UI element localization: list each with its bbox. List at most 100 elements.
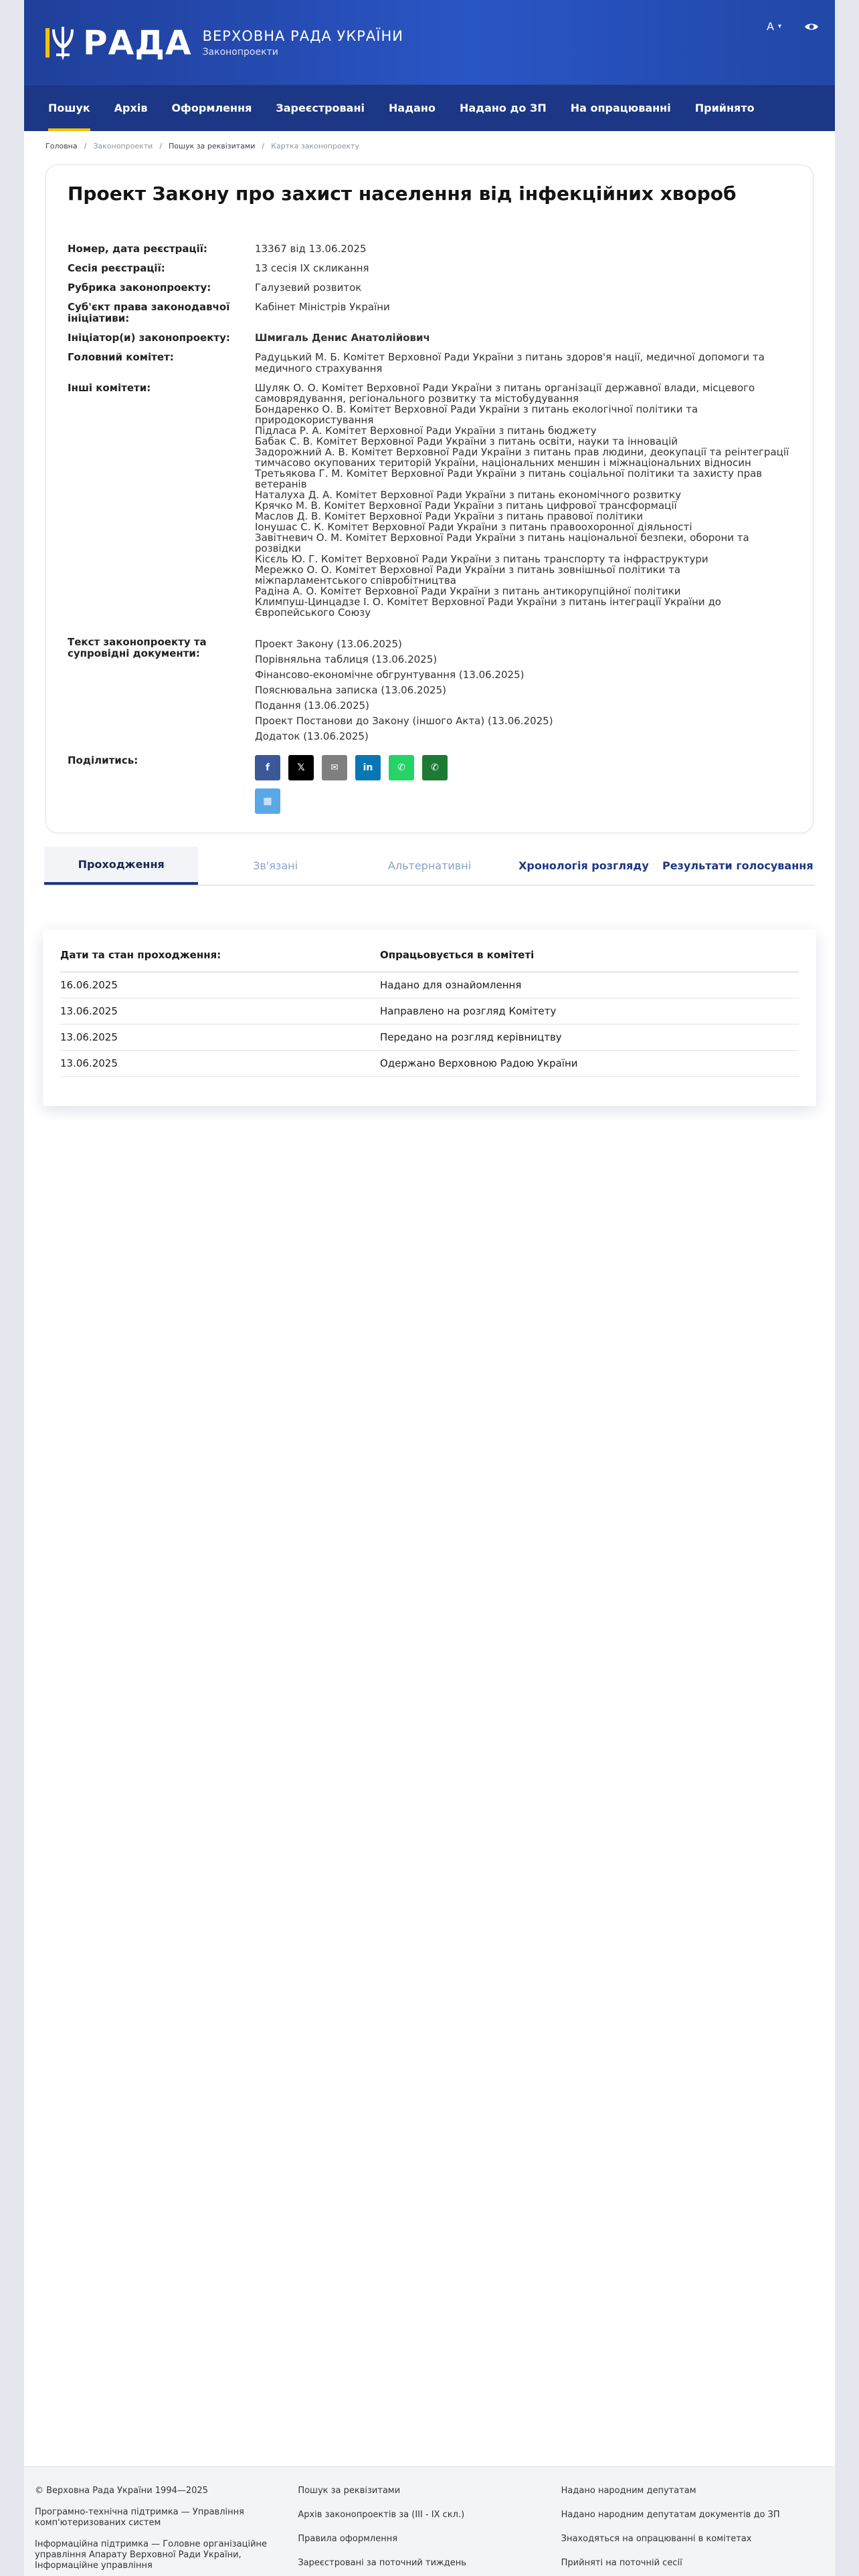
history-date: 13.06.2025 [60, 1031, 118, 1043]
field-value: 13 сесія IX скликання [255, 262, 369, 274]
document-link[interactable]: Фінансово-економічне обгрунтування (13.0… [255, 667, 793, 683]
nav-item[interactable]: На опрацюванні [559, 85, 683, 131]
committee-item: Задорожний А. В. Комітет Верховної Ради … [255, 446, 789, 469]
header-tools: A ▾ [767, 20, 819, 33]
document-link[interactable]: Додаток (13.06.2025) [255, 729, 793, 744]
font-size-switch[interactable]: A ▾ [767, 20, 781, 33]
facebook-share-button[interactable]: f [255, 755, 280, 780]
documents-list: Проект Закону (13.06.2025) Порівняльна та… [255, 637, 793, 744]
site-footer: © Верховна Рада України 1994—2025 Програм… [24, 2466, 835, 2576]
footer-col-links-2: Надано народним депутатам Надано народним… [561, 2486, 824, 2576]
site-subtitle: Законопроекти [202, 47, 278, 58]
history-date: 16.06.2025 [60, 979, 118, 991]
page: РАДА ВЕРХОВНА РАДА УКРАЇНИ Законопроекти… [24, 0, 835, 2576]
field-label: Головний комітет: [68, 351, 174, 363]
footer-link[interactable]: Знаходяться на опрацюванні в комітетах [561, 2534, 824, 2545]
field-label: Сесія реєстрації: [68, 262, 165, 274]
share-row: Поділитись: f 𝕏 ✉ in ✆ ✆ ▦ [68, 755, 793, 814]
history-status: Одержано Верховною Радою України [380, 1057, 578, 1069]
nav-item[interactable]: Надано [377, 85, 448, 131]
tab-1[interactable]: Зв'язані [198, 847, 352, 885]
nav-item[interactable]: Пошук [36, 85, 102, 131]
field-row: Ініціатор(и) законопроекту: Шмигаль Денис… [68, 332, 793, 344]
trident-icon [45, 27, 74, 60]
footer-link[interactable]: Прийняті на поточній сесії [561, 2558, 824, 2569]
email-share-button[interactable]: ✉ [322, 755, 347, 780]
field-value: Радуцький М. Б. Комітет Верховної Ради У… [255, 351, 765, 374]
field-row: Номер, дата реєстрації: 13367 від 13.06.2… [68, 243, 793, 255]
field-value: Галузевий розвиток [255, 282, 362, 294]
viber-share-button[interactable]: ✆ [422, 755, 448, 780]
field-label: Рубрика законопроекту: [68, 282, 211, 294]
field-label: Поділитись: [68, 754, 138, 766]
footer-col-links: Пошук за реквізитами Архів законопроектів… [298, 2486, 561, 2576]
field-value: Кабінет Міністрів України [255, 301, 390, 313]
breadcrumb-item[interactable]: Законопроекти [93, 142, 153, 150]
history-col-committee: Опрацьовується в комітеті [380, 948, 535, 961]
committee-item: Підласа Р. А. Комітет Верховної Ради Укр… [255, 425, 597, 437]
chevron-down-icon: ▾ [777, 23, 781, 30]
footer-link[interactable]: Надано народним депутатам [561, 2486, 824, 2496]
footer-info: © Верховна Рада України 1994—2025 [35, 2486, 208, 2496]
footer-link[interactable]: Пошук за реквізитами [298, 2486, 561, 2496]
field-row: Головний комітет: Радуцький М. Б. Комітет… [68, 352, 793, 374]
email-icon: ✉ [330, 762, 339, 773]
font-size-label: A [767, 20, 774, 33]
tab-3[interactable]: Хронологія розгляду [506, 847, 660, 885]
site-header: РАДА ВЕРХОВНА РАДА УКРАЇНИ Законопроекти… [24, 0, 835, 84]
eye-icon[interactable] [804, 22, 819, 31]
field-label: Текст законопроекту та супровідні докуме… [68, 636, 207, 659]
x-share-button[interactable]: 𝕏 [288, 755, 314, 780]
history-rows: 16.06.2025 Надано для ознайомлення 13.06.2… [60, 972, 799, 1077]
document-link[interactable]: Порівняльна таблиця (13.06.2025) [255, 652, 793, 667]
logo-word: РАДА [83, 23, 192, 62]
site-logo[interactable]: РАДА ВЕРХОВНА РАДА УКРАЇНИ Законопроекти [45, 24, 403, 62]
site-title: ВЕРХОВНА РАДА УКРАЇНИ [202, 28, 403, 44]
tab-0[interactable]: Проходження [44, 847, 199, 885]
field-label: Інші комітети: [68, 382, 151, 394]
document-link[interactable]: Проект Закону (13.06.2025) [255, 637, 793, 652]
history-date: 13.06.2025 [60, 1057, 118, 1069]
nav-item[interactable]: Оформлення [159, 85, 264, 131]
passage-history: Дати та стан проходження: Опрацьовується… [43, 930, 816, 1106]
whatsapp-icon: ✆ [397, 762, 405, 773]
breadcrumb-item[interactable]: Пошук за реквізитами [169, 142, 255, 150]
breadcrumb-item[interactable]: Головна [45, 142, 78, 150]
footer-link[interactable]: Надано народним депутатам документів до … [561, 2510, 824, 2520]
main-nav: Пошук Архів Оформлення Зареєстровані Надано Н… [24, 84, 835, 131]
nav-item[interactable]: Надано до ЗП [448, 85, 559, 131]
breadcrumb: Головна / Законопроекти / Пошук за реквізита… [24, 131, 835, 160]
breadcrumb-separator: / [159, 141, 163, 150]
committee-item: Бабак С. В. Комітет Верховної Ради Украї… [255, 435, 678, 447]
committee-item: Шуляк О. О. Комітет Верховної Ради Украї… [255, 382, 755, 405]
table-row: 13.06.2025 Направлено на розгляд Комітету [60, 998, 799, 1025]
nav-item[interactable]: Архів [102, 85, 160, 131]
linkedin-share-button[interactable]: in [355, 755, 381, 780]
other-committees-list: Шуляк О. О. Комітет Верховної Ради Украї… [255, 383, 793, 618]
nav-item[interactable]: Зареєстровані [264, 85, 377, 131]
footer-link[interactable]: Зареєстровані за поточний тиждень [298, 2558, 561, 2569]
committee-item: Радіна А. О. Комітет Верховної Ради Укра… [255, 585, 681, 597]
logo-text: ВЕРХОВНА РАДА УКРАЇНИ Законопроекти [203, 28, 403, 58]
share-buttons: f 𝕏 ✉ in ✆ ✆ ▦ [255, 755, 456, 814]
tab-4[interactable]: Результати голосування [661, 847, 815, 885]
nav-item[interactable]: Прийнято [683, 85, 767, 131]
field-value: 13367 від 13.06.2025 [255, 243, 367, 255]
document-link[interactable]: Пояснювальна записка (13.06.2025) [255, 683, 793, 698]
footer-link[interactable]: Правила оформлення [298, 2534, 561, 2545]
document-link[interactable]: Подання (13.06.2025) [255, 698, 793, 714]
whatsapp-share-button[interactable]: ✆ [389, 755, 414, 780]
tab-2[interactable]: Альтернативні [353, 847, 506, 885]
x-icon: 𝕏 [297, 762, 305, 773]
table-row: 16.06.2025 Надано для ознайомлення [60, 972, 799, 998]
documents-row: Текст законопроекту та супровідні докуме… [68, 637, 793, 744]
document-link[interactable]: Проект Постанови до Закону (іншого Акта)… [255, 714, 793, 729]
committee-item: Іонушас С. К. Комітет Верховної Ради Укр… [255, 521, 692, 533]
breadcrumb-separator: / [84, 141, 87, 150]
field-row: Рубрика законопроекту: Галузевий розвиток [68, 282, 793, 294]
bill-tabs: Проходження Зв'язані Альтернативні Хронолог… [44, 847, 815, 885]
committee-item: Климпуш-Цинцадзе І. О. Комітет Верховної… [255, 596, 721, 619]
footer-link[interactable]: Архів законопроектів за (III - IX скл.) [298, 2510, 561, 2520]
qr-code-share-button[interactable]: ▦ [255, 788, 280, 814]
committee-item: Кісєль Ю. Г. Комітет Верховної Ради Укра… [255, 553, 708, 565]
